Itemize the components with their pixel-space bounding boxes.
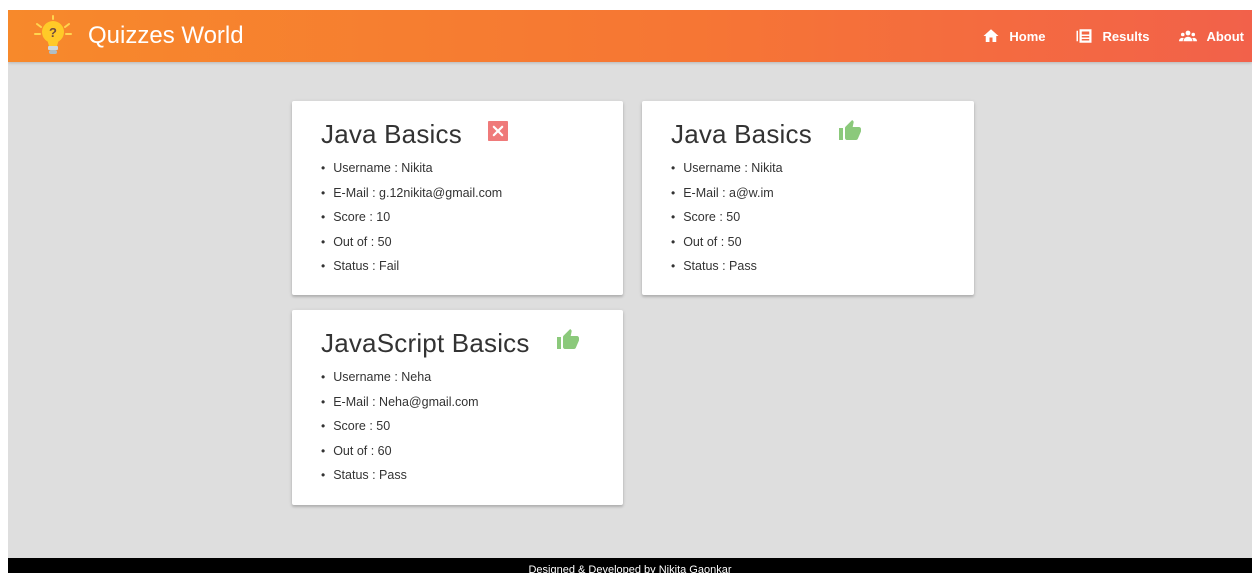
result-details: Username : Neha E-Mail : Neha@gmail.com …: [321, 365, 479, 488]
email-item: E-Mail : g.12nikita@gmail.com: [321, 181, 502, 206]
status-item: Status : Pass: [671, 254, 783, 279]
svg-text:?: ?: [49, 25, 57, 40]
card-header: Java Basics: [321, 119, 508, 150]
fail-x-icon: [487, 120, 508, 141]
navbar: ? Quizzes World Home Results About: [8, 10, 1252, 62]
card-header: JavaScript Basics: [321, 328, 580, 359]
status-item: Status : Fail: [321, 254, 502, 279]
nav-results-label: Results: [1102, 28, 1150, 44]
quiz-title: Java Basics: [321, 119, 462, 149]
nav-home-link[interactable]: Home: [982, 27, 1045, 45]
result-details: Username : Nikita E-Mail : a@w.im Score …: [671, 156, 783, 279]
out-of-item: Out of : 50: [671, 230, 783, 255]
nav-about-label: About: [1206, 28, 1244, 44]
brand-title: Quizzes World: [88, 22, 244, 49]
quiz-title: Java Basics: [671, 119, 812, 149]
nav-results-link[interactable]: Results: [1075, 27, 1149, 45]
thumbs-up-icon: [556, 328, 579, 349]
footer-text: Designed & Developed by Nikita Gaonkar: [528, 564, 732, 573]
app-frame: ? Quizzes World Home Results About Java …: [8, 10, 1252, 573]
quiz-title: JavaScript Basics: [321, 328, 530, 358]
card-header: Java Basics: [671, 119, 862, 150]
brand-link[interactable]: ? Quizzes World: [32, 15, 244, 57]
username-item: Username : Neha: [321, 365, 479, 390]
thumbs-up-icon: [838, 119, 861, 140]
username-item: Username : Nikita: [321, 156, 502, 181]
result-card: Java Basics Username : Nikita E-Mail : g…: [292, 101, 623, 295]
nav-home-label: Home: [1009, 28, 1046, 44]
footer: Designed & Developed by Nikita Gaonkar: [8, 558, 1252, 573]
people-icon: [1179, 30, 1198, 42]
email-item: E-Mail : Neha@gmail.com: [321, 390, 478, 415]
email-item: E-Mail : a@w.im: [671, 181, 783, 206]
result-card: Java Basics Username : Nikita E-Mail : a…: [642, 101, 974, 295]
result-card: JavaScript Basics Username : Neha E-Mail…: [292, 310, 623, 505]
score-item: Score : 50: [671, 205, 783, 230]
newspaper-icon: [1076, 29, 1092, 43]
score-item: Score : 10: [321, 205, 502, 230]
status-item: Status : Pass: [321, 463, 479, 488]
lightbulb-question-icon: ?: [34, 15, 72, 54]
username-item: Username : Nikita: [671, 156, 782, 181]
nav-links: Home Results About: [952, 10, 1244, 62]
nav-about-link[interactable]: About: [1179, 27, 1244, 45]
home-icon: [983, 29, 999, 42]
out-of-item: Out of : 50: [321, 230, 502, 255]
result-details: Username : Nikita E-Mail : g.12nikita@gm…: [321, 156, 502, 279]
score-item: Score : 50: [321, 414, 479, 439]
out-of-item: Out of : 60: [321, 439, 479, 464]
